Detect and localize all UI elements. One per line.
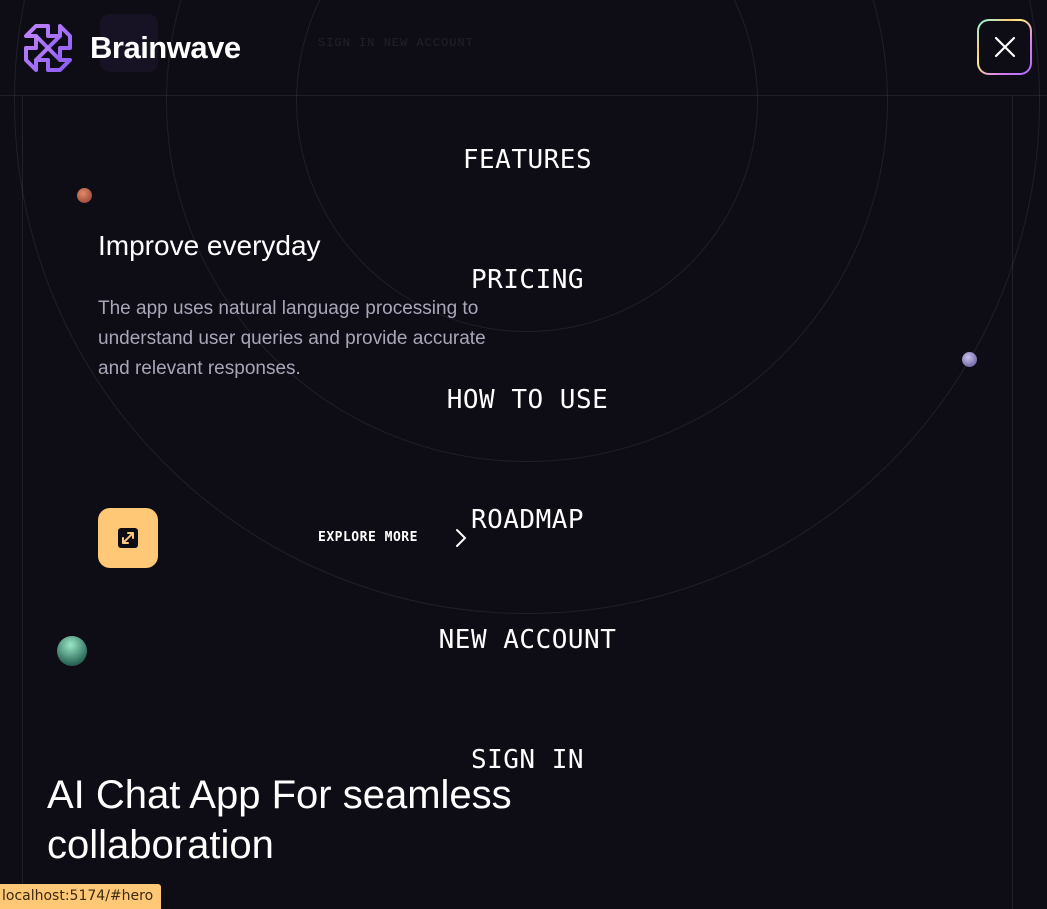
link-status-bar: localhost:5174/#hero (0, 884, 162, 909)
header: SIGN IN NEW ACCOUNT Brainwave (0, 0, 1047, 95)
orb-violet (962, 352, 977, 367)
nav-item-how-to-use[interactable]: HOW TO USE (0, 385, 1047, 415)
feature-description: The app uses natural language processing… (98, 298, 486, 379)
nav-item-sign-in[interactable]: SIGN IN (0, 745, 1047, 775)
nav-item-roadmap[interactable]: ROADMAP (0, 505, 1047, 535)
brain-logo-icon (24, 24, 72, 72)
nav-item-new-account[interactable]: NEW ACCOUNT (0, 625, 1047, 655)
brainwave-logo[interactable]: Brainwave (22, 22, 241, 74)
hero-title: AI Chat App For seamless collaboration (47, 773, 512, 867)
nav-item-features[interactable]: FEATURES (0, 145, 1047, 175)
nav-item-pricing[interactable]: PRICING (0, 265, 1047, 295)
close-menu-button[interactable] (977, 19, 1032, 75)
close-icon (994, 36, 1015, 58)
left-border-line (22, 96, 23, 909)
header-divider (0, 95, 1047, 96)
ghost-nav-text: SIGN IN NEW ACCOUNT (318, 36, 474, 50)
logo-text: Brainwave (90, 30, 241, 65)
feature-title: Improve everyday (98, 230, 321, 261)
right-border-line (1012, 96, 1013, 909)
orb-red (77, 188, 92, 203)
